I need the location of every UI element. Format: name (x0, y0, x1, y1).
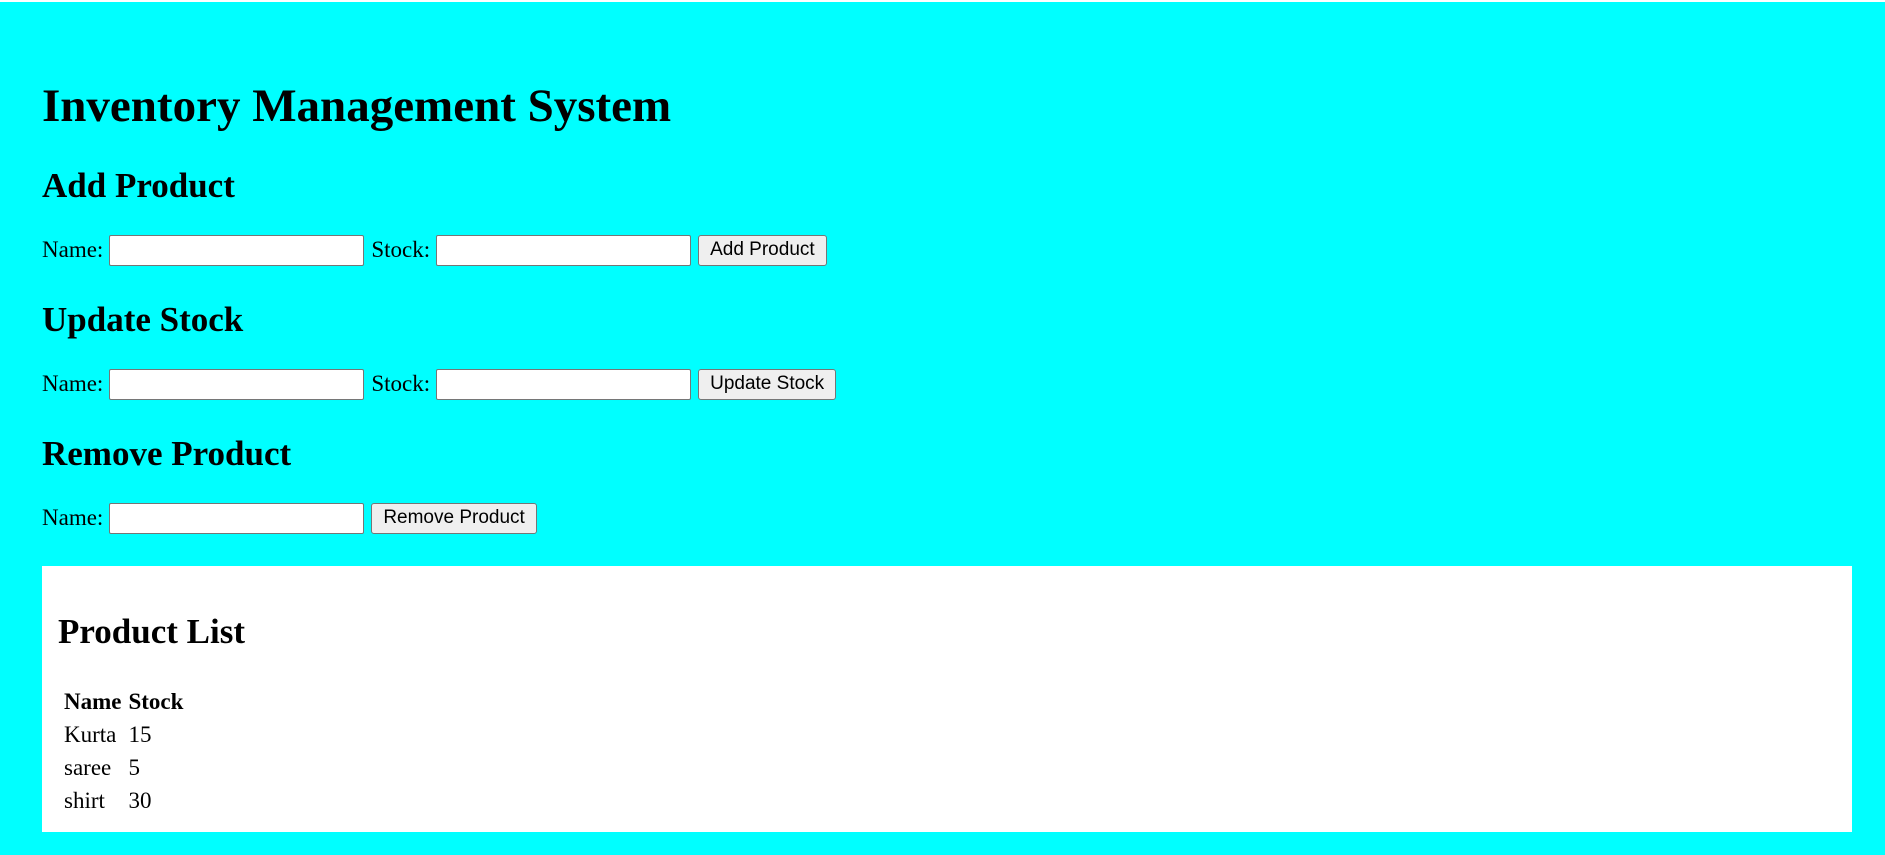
column-header-name: Name (64, 689, 122, 714)
remove-product-name-label: Name: (42, 505, 104, 530)
product-stock-cell: 15 (128, 722, 152, 747)
add-product-name-label: Name: (42, 237, 104, 262)
product-list-heading: Product List (58, 612, 245, 651)
table-row: Kurta 15 (62, 719, 186, 750)
add-product-button[interactable]: Add Product (698, 234, 827, 266)
page-title: Inventory Management System (42, 80, 672, 132)
product-name-cell: Kurta (64, 722, 117, 747)
remove-product-name-input[interactable] (109, 502, 365, 534)
update-stock-stock-label: Stock: (371, 371, 431, 396)
update-stock-form: Name: Stock: Update Stock (42, 368, 837, 400)
add-product-stock-label: Stock: (371, 237, 431, 262)
product-stock-cell: 30 (128, 788, 152, 813)
column-header-stock: Stock (128, 689, 184, 714)
page-background: Inventory Management System Add Product … (0, 2, 1885, 855)
add-product-form: Name: Stock: Add Product (42, 234, 827, 266)
update-stock-stock-input[interactable] (436, 368, 692, 400)
table-row: saree 5 (62, 752, 186, 783)
update-stock-heading: Update Stock (42, 300, 244, 339)
add-product-heading: Add Product (42, 166, 235, 205)
update-stock-button[interactable]: Update Stock (698, 368, 837, 400)
remove-product-form: Name: Remove Product (42, 502, 537, 534)
product-table: Name Stock Kurta 15 saree 5 shirt 30 (60, 684, 188, 818)
product-list-panel: Product List Name Stock Kurta 15 saree 5 (42, 566, 1852, 832)
add-product-stock-input[interactable] (436, 234, 692, 266)
product-stock-cell: 5 (128, 755, 140, 780)
table-row: shirt 30 (62, 785, 186, 816)
remove-product-heading: Remove Product (42, 434, 292, 473)
update-stock-name-input[interactable] (109, 368, 365, 400)
update-stock-name-label: Name: (42, 371, 104, 396)
product-name-cell: shirt (64, 788, 105, 813)
product-name-cell: saree (64, 755, 112, 780)
add-product-name-input[interactable] (109, 234, 365, 266)
remove-product-button[interactable]: Remove Product (371, 502, 537, 534)
table-header-row: Name Stock (62, 686, 186, 717)
